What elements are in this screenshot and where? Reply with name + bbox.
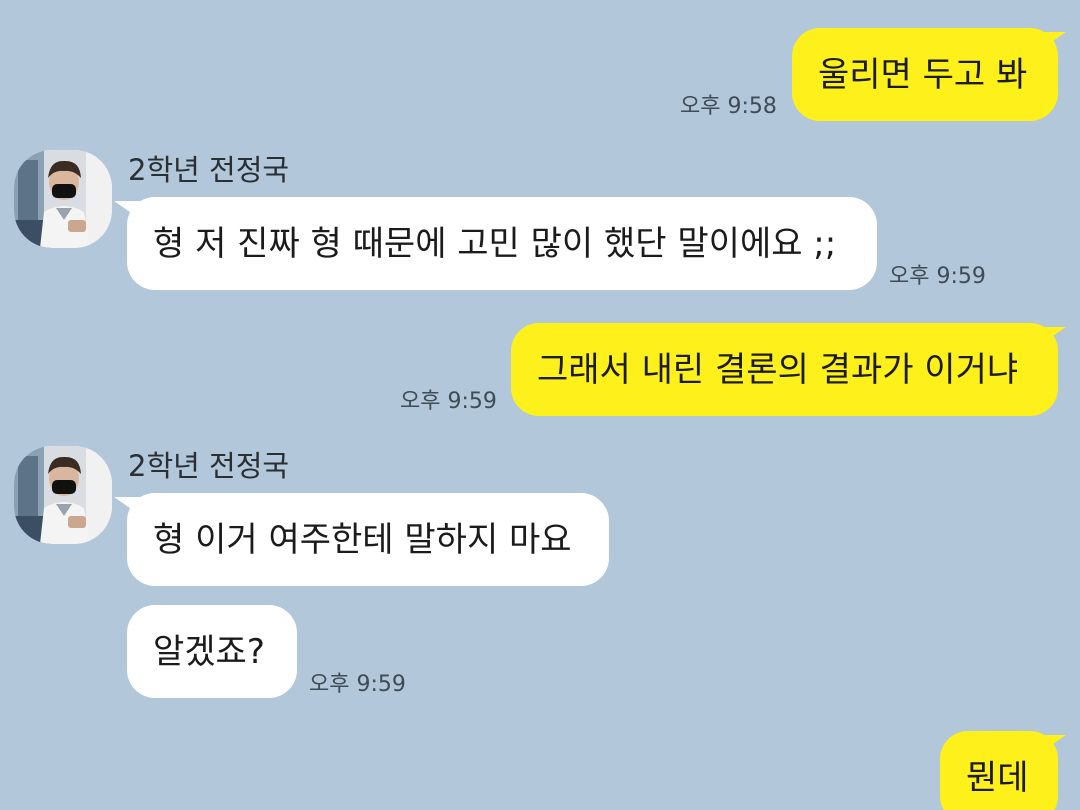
incoming-message-bubble[interactable]: 형 저 진짜 형 때문에 고민 많이 했단 말이에요 ;; xyxy=(127,197,877,290)
message-text: 그래서 내린 결론의 결과가 이거냐 xyxy=(537,350,1019,390)
sender-name: 2학년 전정국 xyxy=(128,153,290,187)
incoming-message-bubble[interactable]: 알겠죠? xyxy=(127,605,297,698)
bubble-tail xyxy=(114,201,140,219)
sender-avatar[interactable] xyxy=(14,150,112,248)
message-text: 형 저 진짜 형 때문에 고민 많이 했단 말이에요 ;; xyxy=(153,224,837,264)
incoming-message-bubble[interactable]: 형 이거 여주한테 말하지 마요 xyxy=(127,493,609,586)
message-text: 뭔데 xyxy=(966,758,1029,798)
sender-name: 2학년 전정국 xyxy=(128,449,290,483)
avatar-photo-icon xyxy=(14,150,112,248)
bubble-tail xyxy=(1040,327,1066,345)
chat-room[interactable]: 울리면 두고 봐 오후 9:58 2학년 전정국 형 저 진짜 형 때문에 고민… xyxy=(0,0,1080,810)
outgoing-message-bubble[interactable]: 그래서 내린 결론의 결과가 이거냐 xyxy=(511,323,1058,416)
message-timestamp: 오후 9:59 xyxy=(400,389,497,414)
message-timestamp: 오후 9:59 xyxy=(889,264,986,289)
sender-avatar[interactable] xyxy=(14,446,112,544)
bubble-tail xyxy=(1040,735,1066,753)
message-text: 울리면 두고 봐 xyxy=(818,55,1028,95)
message-text: 알겠죠? xyxy=(153,632,265,672)
bubble-tail xyxy=(114,497,140,515)
bubble-tail xyxy=(1040,32,1066,50)
avatar-photo-icon xyxy=(14,446,112,544)
message-timestamp: 오후 9:59 xyxy=(309,672,406,697)
message-timestamp: 오후 9:58 xyxy=(680,94,777,119)
message-text: 형 이거 여주한테 말하지 마요 xyxy=(153,520,572,560)
outgoing-message-bubble[interactable]: 울리면 두고 봐 xyxy=(792,28,1058,121)
